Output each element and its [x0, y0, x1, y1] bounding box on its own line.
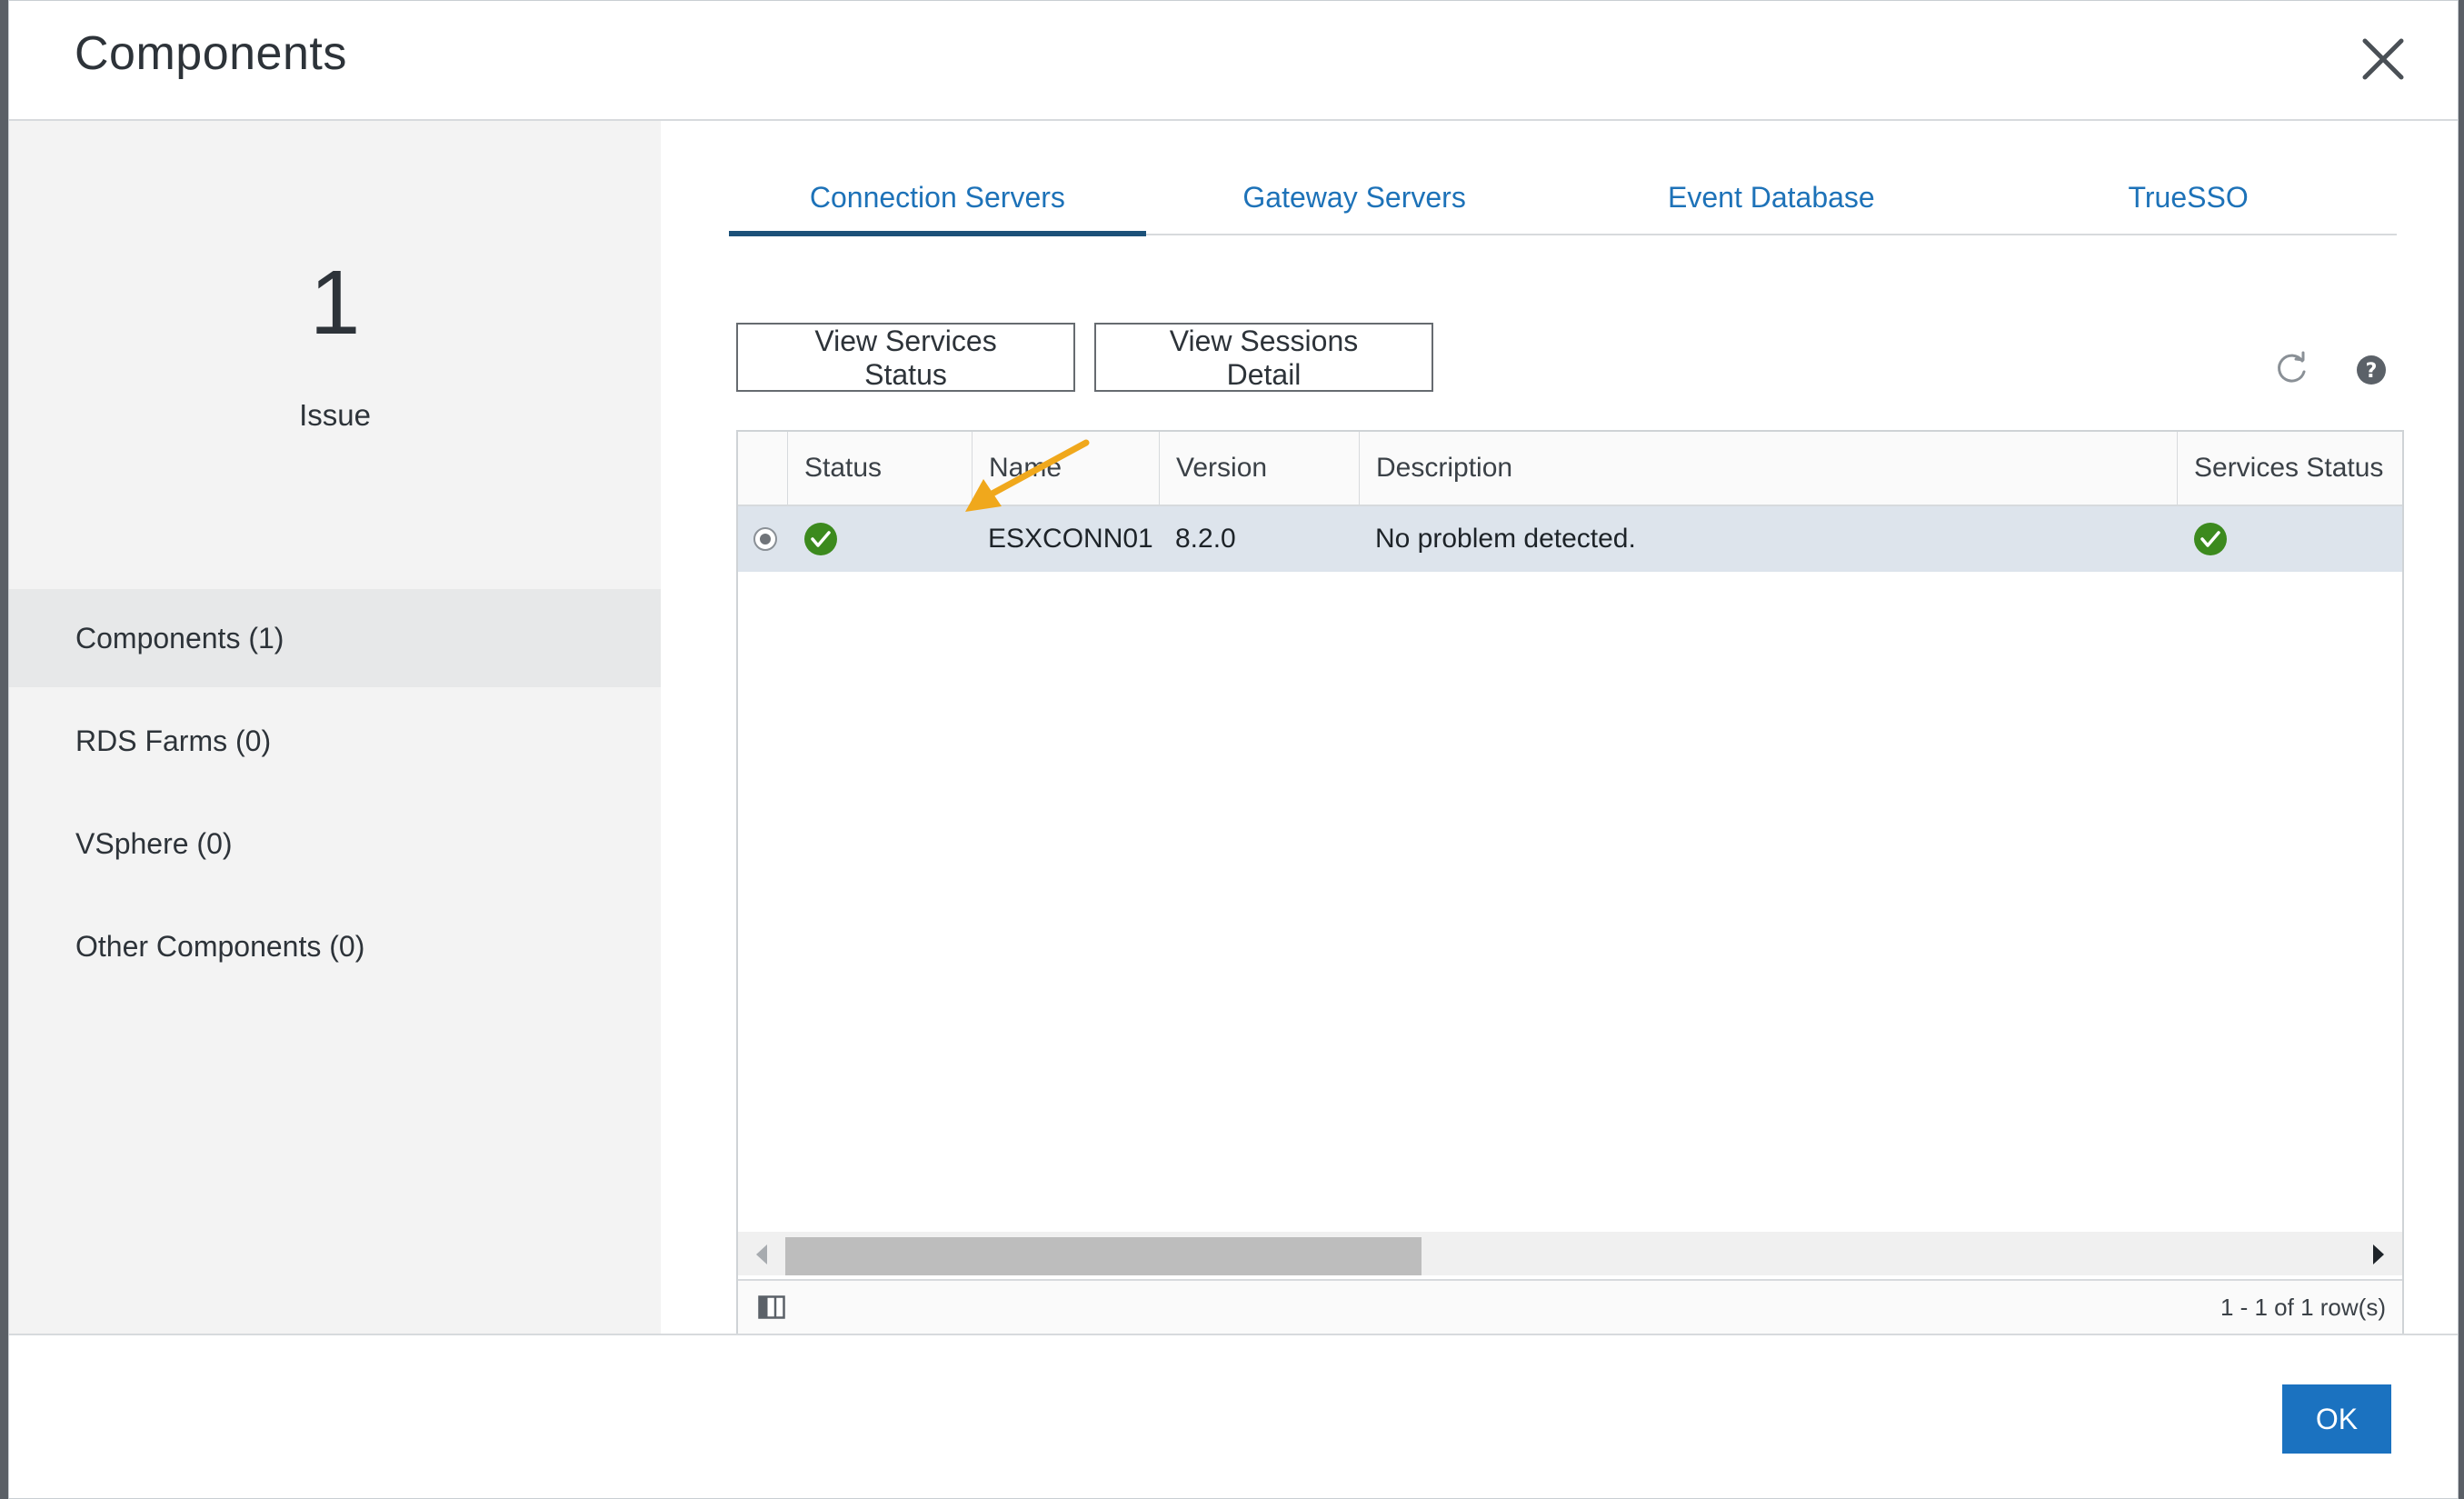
column-toggle-icon[interactable]: [758, 1295, 785, 1319]
nav-item-rds-farms[interactable]: RDS Farms (0): [9, 692, 661, 790]
components-dialog: Components 1 Issue Components (1) RDS Fa…: [8, 0, 2459, 1499]
issue-label: Issue: [299, 398, 371, 432]
check-circle-icon: [804, 523, 837, 555]
tab-gateway-servers[interactable]: Gateway Servers: [1146, 174, 1563, 234]
ok-button[interactable]: OK: [2282, 1384, 2391, 1454]
horizontal-scrollbar[interactable]: [738, 1232, 2402, 1275]
svg-text:?: ?: [2366, 360, 2378, 383]
nav-item-components[interactable]: Components (1): [9, 589, 661, 687]
row-count: 1 - 1 of 1 row(s): [2220, 1294, 2386, 1321]
tab-truesso[interactable]: TrueSSO: [1980, 174, 2397, 234]
view-sessions-detail-button[interactable]: View Sessions Detail: [1094, 323, 1433, 392]
tab-connection-servers[interactable]: Connection Servers: [729, 174, 1146, 236]
column-header-name[interactable]: Name: [972, 432, 1159, 505]
row-version-cell: 8.2.0: [1175, 524, 1236, 554]
view-services-status-button[interactable]: View Services Status: [736, 323, 1075, 392]
row-status-cell: [787, 506, 972, 572]
dialog-footer: OK: [9, 1334, 2458, 1498]
issue-count: 1: [309, 252, 361, 354]
row-description-cell: No problem detected.: [1375, 524, 1636, 554]
grid-header: Status Name Version Description Services…: [738, 432, 2402, 506]
column-header-description[interactable]: Description: [1359, 432, 2177, 505]
scrollbar-thumb[interactable]: [785, 1237, 1422, 1275]
nav-item-vsphere[interactable]: VSphere (0): [9, 794, 661, 893]
check-circle-icon: [2194, 523, 2227, 555]
scroll-left-arrow-icon[interactable]: [749, 1241, 776, 1268]
column-header-version[interactable]: Version: [1159, 432, 1359, 505]
close-icon[interactable]: [2359, 35, 2407, 83]
left-panel: 1 Issue Components (1) RDS Farms (0) VSp…: [9, 121, 661, 1334]
row-services-status-cell: [2177, 506, 2404, 572]
grid-footer: 1 - 1 of 1 row(s): [738, 1279, 2402, 1335]
column-header-services-status[interactable]: Services Status: [2177, 432, 2404, 505]
component-tabs: Connection Servers Gateway Servers Event…: [729, 174, 2397, 236]
row-name-cell: ESXCONN01: [988, 524, 1153, 554]
row-radio-button[interactable]: [753, 526, 778, 552]
help-icon[interactable]: ?: [2351, 350, 2391, 390]
table-row[interactable]: ESXCONN01 8.2.0 No problem detected.: [738, 506, 2402, 572]
components-nav: Components (1) RDS Farms (0) VSphere (0)…: [9, 589, 661, 1000]
refresh-icon[interactable]: [2271, 348, 2311, 388]
scroll-right-arrow-icon[interactable]: [2364, 1241, 2391, 1268]
nav-item-other-components[interactable]: Other Components (0): [9, 897, 661, 995]
tab-event-database[interactable]: Event Database: [1563, 174, 1980, 234]
main-panel: Connection Servers Gateway Servers Event…: [661, 121, 2458, 1335]
dialog-header: Components: [9, 1, 2458, 121]
column-header-status[interactable]: Status: [787, 432, 972, 505]
dialog-title: Components: [75, 27, 347, 80]
connection-servers-grid: Status Name Version Description Services…: [736, 430, 2404, 1335]
